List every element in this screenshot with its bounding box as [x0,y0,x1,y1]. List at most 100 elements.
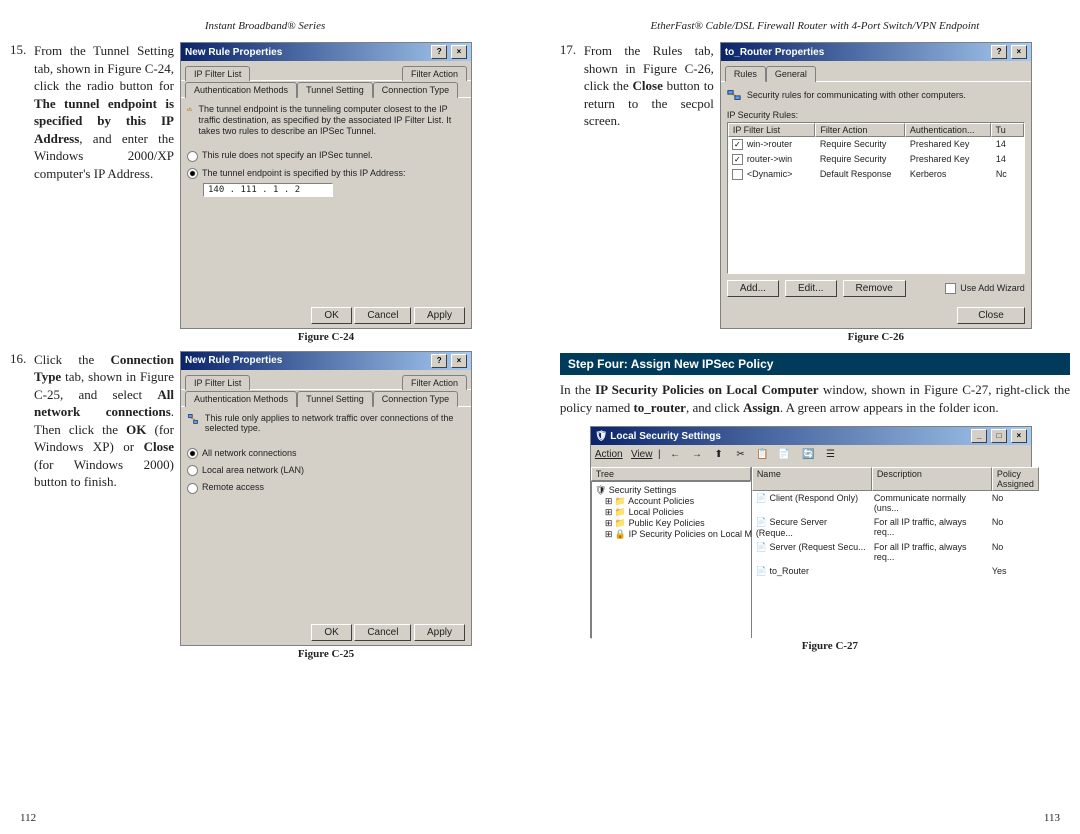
tab-auth-methods[interactable]: Authentication Methods [185,82,297,98]
ok-button[interactable]: OK [311,624,351,641]
page-header-left: Instant Broadband® Series [10,20,520,32]
figure-caption: Figure C-26 [720,331,1032,343]
figure-c27-wrap: 🛡 Local Security Settings _ □ × Action V… [590,426,1070,652]
close-icon[interactable]: × [1011,429,1027,443]
app-icon: 🛡 [595,431,608,442]
tab-connection-type[interactable]: Connection Type [373,82,458,98]
left-page: Instant Broadband® Series 15. From the T… [0,0,530,834]
dialog-title: New Rule Properties [185,355,282,366]
apply-button[interactable]: Apply [414,307,465,324]
tree-item: ⊞ 📁 Account Policies [595,496,747,507]
close-icon[interactable]: × [451,354,467,368]
figure-c26-wrap: to_Router Properties ? × Rules General [720,42,1032,343]
tab-ip-filter-list[interactable]: IP Filter List [185,66,250,81]
figure-caption: Figure C-27 [590,640,1070,652]
window-local-security-settings: 🛡 Local Security Settings _ □ × Action V… [590,426,1032,638]
checkbox-icon[interactable] [732,139,747,149]
dialog-title: to_Router Properties [725,47,824,58]
titlebar: New Rule Properties ? × [181,43,471,61]
paste-icon[interactable]: 📄 [775,447,793,465]
list-header: Name Description Policy Assigned [752,467,1039,491]
button-row: OK Cancel Apply [181,303,471,328]
list-header: IP Filter List Filter Action Authenticat… [728,123,1024,137]
help-icon[interactable]: ? [431,45,447,59]
tree-view[interactable]: 🛡 Security Settings ⊞ 📁 Account Policies… [591,481,751,639]
tree-item: ⊞ 📁 Local Policies [595,507,747,518]
tab-filter-action[interactable]: Filter Action [402,66,467,81]
properties-icon[interactable]: ☰ [821,447,839,465]
list-item[interactable]: 📄 Client (Respond Only) Communicate norm… [752,491,1039,515]
list-item[interactable]: 📄 to_Router Yes [752,564,1039,579]
add-button[interactable]: Add... [727,280,779,297]
tab-strip: IP Filter List Filter Action [181,61,471,81]
rules-icon [727,88,741,102]
ip-security-rules-list[interactable]: IP Filter List Filter Action Authenticat… [727,122,1025,274]
item-text: From the Tunnel Setting tab, shown in Fi… [34,42,180,182]
tab-strip: IP Filter List Filter Action [181,370,471,390]
item-text: Click the Connection Type tab, shown in … [34,351,180,491]
tab-connection-type[interactable]: Connection Type [373,391,458,407]
copy-icon[interactable]: 📋 [753,447,771,465]
radio-lan[interactable]: Local area network (LAN) [187,465,465,476]
tab-filter-action[interactable]: Filter Action [402,375,467,390]
figure-caption: Figure C-24 [180,331,472,343]
back-icon[interactable]: ← [666,447,684,465]
close-button[interactable]: Close [957,307,1025,324]
radio-all-network[interactable]: All network connections [187,448,465,459]
cancel-button[interactable]: Cancel [354,307,411,324]
radio-remote-access[interactable]: Remote access [187,482,465,493]
titlebar: to_Router Properties ? × [721,43,1031,61]
close-icon[interactable]: × [451,45,467,59]
dialog-to-router-properties: to_Router Properties ? × Rules General [720,42,1032,329]
help-icon[interactable]: ? [991,45,1007,59]
tab-rules[interactable]: Rules [725,66,766,82]
item-text: From the Rules tab, shown in Figure C-26… [584,42,720,130]
checkbox-icon[interactable] [732,154,747,164]
radio-no-tunnel[interactable]: This rule does not specify an IPSec tunn… [187,150,465,161]
tree-item: 🛡 Security Settings [595,485,747,496]
titlebar: New Rule Properties ? × [181,352,471,370]
page-header-right: EtherFast® Cable/DSL Firewall Router wit… [560,20,1070,32]
radio-tunnel-endpoint[interactable]: The tunnel endpoint is specified by this… [187,168,465,179]
menu-view[interactable]: View [631,449,653,460]
tree-header: Tree [591,467,751,481]
list-item[interactable]: 📄 Server (Request Secu... For all IP tra… [752,540,1039,564]
refresh-icon[interactable]: 🔄 [800,447,818,465]
close-icon[interactable]: × [1011,45,1027,59]
titlebar-buttons: _ □ × [970,429,1027,443]
tab-general[interactable]: General [766,66,816,82]
tab-tunnel-setting[interactable]: Tunnel Setting [297,391,373,407]
tree-item: ⊞ 📁 Public Key Policies [595,518,747,529]
titlebar: 🛡 Local Security Settings _ □ × [591,427,1031,445]
help-icon[interactable]: ? [431,354,447,368]
list-item[interactable]: router->win Require Security Preshared K… [728,152,1024,167]
list-item[interactable]: <Dynamic> Default Response Kerberos Nc [728,167,1024,182]
list-item[interactable]: win->router Require Security Preshared K… [728,137,1024,152]
maximize-icon[interactable]: □ [991,429,1007,443]
forward-icon[interactable]: → [688,447,706,465]
network-icon [187,413,199,427]
remove-button[interactable]: Remove [843,280,906,297]
up-icon[interactable]: ⬆ [710,447,728,465]
tunnel-ip-input[interactable]: 140 . 111 . 1 . 2 [203,183,333,197]
edit-button[interactable]: Edit... [785,280,837,297]
minimize-icon[interactable]: _ [971,429,987,443]
use-add-wizard-checkbox[interactable] [945,283,960,293]
cancel-button[interactable]: Cancel [354,624,411,641]
step-four-header: Step Four: Assign New IPSec Policy [560,353,1070,375]
page-spread: Instant Broadband® Series 15. From the T… [0,0,1080,834]
tab-tunnel-setting[interactable]: Tunnel Setting [297,82,373,98]
dialog-new-rule-properties-connection: New Rule Properties ? × IP Filter List F… [180,351,472,646]
ok-button[interactable]: OK [311,307,351,324]
tab-auth-methods[interactable]: Authentication Methods [185,391,297,407]
titlebar-buttons: ? × [990,45,1027,59]
policy-list[interactable]: 📄 Client (Respond Only) Communicate norm… [752,491,1039,641]
list-item[interactable]: 📄 Secure Server (Reque... For all IP tra… [752,515,1039,540]
menu-action[interactable]: Action [595,449,623,460]
apply-button[interactable]: Apply [414,624,465,641]
cut-icon[interactable]: ✂ [732,447,750,465]
instruction-item-15: 15. From the Tunnel Setting tab, shown i… [10,42,520,343]
tab-ip-filter-list[interactable]: IP Filter List [185,375,250,390]
checkbox-icon[interactable] [732,169,747,179]
instruction-item-16: 16. Click the Connection Type tab, shown… [10,351,520,660]
